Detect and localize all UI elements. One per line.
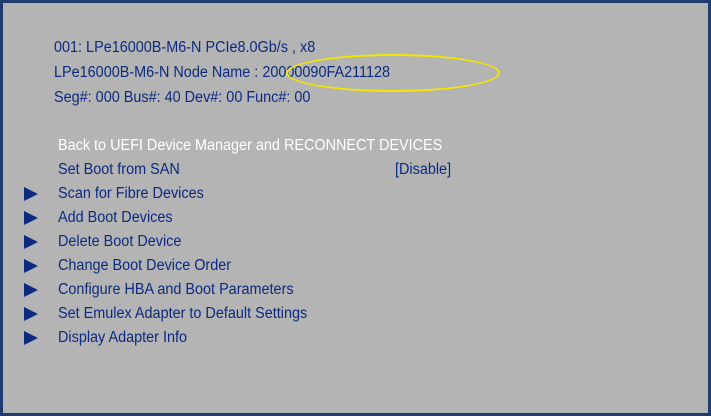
adapter-line: 001: LPe16000B-M6-N PCIe8.0Gb/s , x8 bbox=[54, 39, 316, 56]
submenu-arrow-icon bbox=[24, 331, 38, 345]
set-boot-from-san-value[interactable]: [Disable] bbox=[395, 161, 451, 179]
submenu-arrow-icon bbox=[24, 235, 38, 249]
uefi-hba-config-screen: 001: LPe16000B-M6-N PCIe8.0Gb/s , x8 LPe… bbox=[0, 0, 711, 416]
menu-item-configure-hba[interactable]: Configure HBA and Boot Parameters bbox=[58, 281, 294, 299]
submenu-arrow-icon bbox=[24, 259, 38, 273]
submenu-arrow-icon bbox=[24, 211, 38, 225]
menu-item-add-boot-devices[interactable]: Add Boot Devices bbox=[58, 209, 173, 227]
submenu-arrow-icon bbox=[24, 187, 38, 201]
menu-item-set-default-settings[interactable]: Set Emulex Adapter to Default Settings bbox=[58, 305, 307, 323]
node-name-label: LPe16000B-M6-N Node Name : bbox=[54, 64, 259, 81]
set-boot-from-san-item[interactable]: Set Boot from SAN bbox=[58, 161, 180, 179]
back-to-device-manager-item[interactable]: Back to UEFI Device Manager and RECONNEC… bbox=[58, 137, 442, 155]
submenu-arrow-icon bbox=[24, 307, 38, 321]
menu-item-delete-boot-device[interactable]: Delete Boot Device bbox=[58, 233, 181, 251]
menu-item-display-adapter-info[interactable]: Display Adapter Info bbox=[58, 329, 187, 347]
submenu-arrow-icon bbox=[24, 283, 38, 297]
node-name-line: LPe16000B-M6-N Node Name : 20000090FA211… bbox=[54, 64, 390, 82]
pci-location-line: Seg#: 000 Bus#: 40 Dev#: 00 Func#: 00 bbox=[54, 89, 311, 106]
node-name-value: 20000090FA211128 bbox=[262, 64, 391, 81]
menu-item-change-boot-order[interactable]: Change Boot Device Order bbox=[58, 257, 231, 275]
menu-item-scan-fibre-devices[interactable]: Scan for Fibre Devices bbox=[58, 185, 204, 203]
